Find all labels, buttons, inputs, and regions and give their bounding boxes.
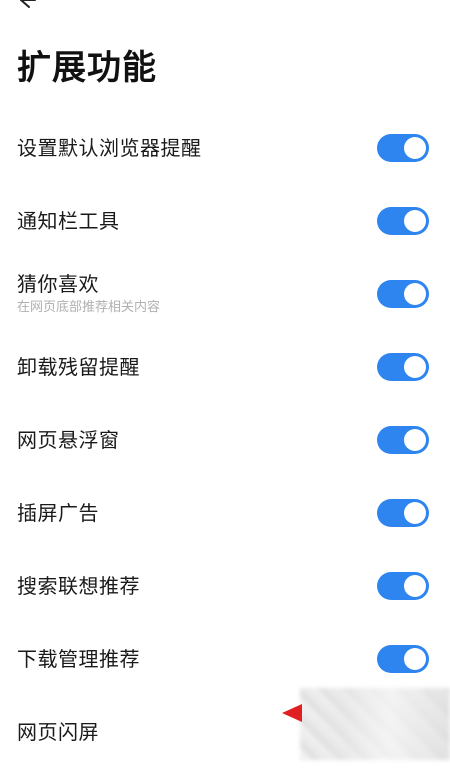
- annotation-arrow-icon: [282, 704, 302, 722]
- toggle-knob: [404, 356, 426, 378]
- back-arrow-icon: [20, 0, 36, 8]
- setting-label: 插屏广告: [17, 500, 99, 525]
- setting-text: 通知栏工具: [17, 184, 120, 257]
- setting-label: 网页悬浮窗: [17, 427, 120, 452]
- setting-row-download-recommendations[interactable]: 下载管理推荐: [0, 622, 450, 695]
- toggle-knob: [404, 283, 426, 305]
- setting-text: 设置默认浏览器提醒: [17, 111, 202, 184]
- toggle-knob: [404, 648, 426, 670]
- blurred-toggle-region: [300, 688, 450, 760]
- toggle-knob: [404, 575, 426, 597]
- toggle-switch[interactable]: [377, 353, 429, 381]
- toggle-switch[interactable]: [377, 207, 429, 235]
- setting-row-floating-window[interactable]: 网页悬浮窗: [0, 403, 450, 476]
- setting-text: 网页悬浮窗: [17, 403, 120, 476]
- setting-label: 搜索联想推荐: [17, 573, 140, 598]
- setting-row-interstitial-ads[interactable]: 插屏广告: [0, 476, 450, 549]
- toggle-switch[interactable]: [377, 134, 429, 162]
- setting-row-default-browser-reminder[interactable]: 设置默认浏览器提醒: [0, 111, 450, 184]
- toggle-switch[interactable]: [377, 426, 429, 454]
- setting-row-search-suggestions[interactable]: 搜索联想推荐: [0, 549, 450, 622]
- setting-row-recommendations[interactable]: 猜你喜欢 在网页底部推荐相关内容: [0, 257, 450, 330]
- toggle-knob: [404, 210, 426, 232]
- setting-label: 设置默认浏览器提醒: [17, 135, 202, 160]
- toggle-switch[interactable]: [377, 645, 429, 673]
- toggle-switch[interactable]: [377, 499, 429, 527]
- back-button[interactable]: [10, 0, 42, 12]
- setting-text: 插屏广告: [17, 476, 99, 549]
- toggle-switch[interactable]: [377, 572, 429, 600]
- setting-text: 下载管理推荐: [17, 622, 140, 695]
- setting-row-uninstall-residue-reminder[interactable]: 卸载残留提醒: [0, 330, 450, 403]
- setting-subtitle: 在网页底部推荐相关内容: [17, 299, 161, 315]
- toggle-knob: [404, 429, 426, 451]
- toggle-knob: [404, 137, 426, 159]
- setting-text: 搜索联想推荐: [17, 549, 140, 622]
- setting-label: 卸载残留提醒: [17, 354, 140, 379]
- setting-label: 下载管理推荐: [17, 646, 140, 671]
- toggle-switch[interactable]: [377, 280, 429, 308]
- setting-row-notification-bar-tools[interactable]: 通知栏工具: [0, 184, 450, 257]
- setting-label: 网页闪屏: [17, 719, 99, 744]
- setting-text: 网页闪屏: [17, 695, 99, 768]
- setting-label: 猜你喜欢: [17, 271, 99, 296]
- toggle-knob: [404, 502, 426, 524]
- setting-label: 通知栏工具: [17, 208, 120, 233]
- setting-text: 卸载残留提醒: [17, 330, 140, 403]
- settings-list: 设置默认浏览器提醒 通知栏工具 猜你喜欢 在网页底部推荐相关内容 卸载残留提醒 …: [0, 111, 450, 768]
- setting-text: 猜你喜欢 在网页底部推荐相关内容: [17, 257, 160, 330]
- page-title: 扩展功能: [17, 48, 157, 88]
